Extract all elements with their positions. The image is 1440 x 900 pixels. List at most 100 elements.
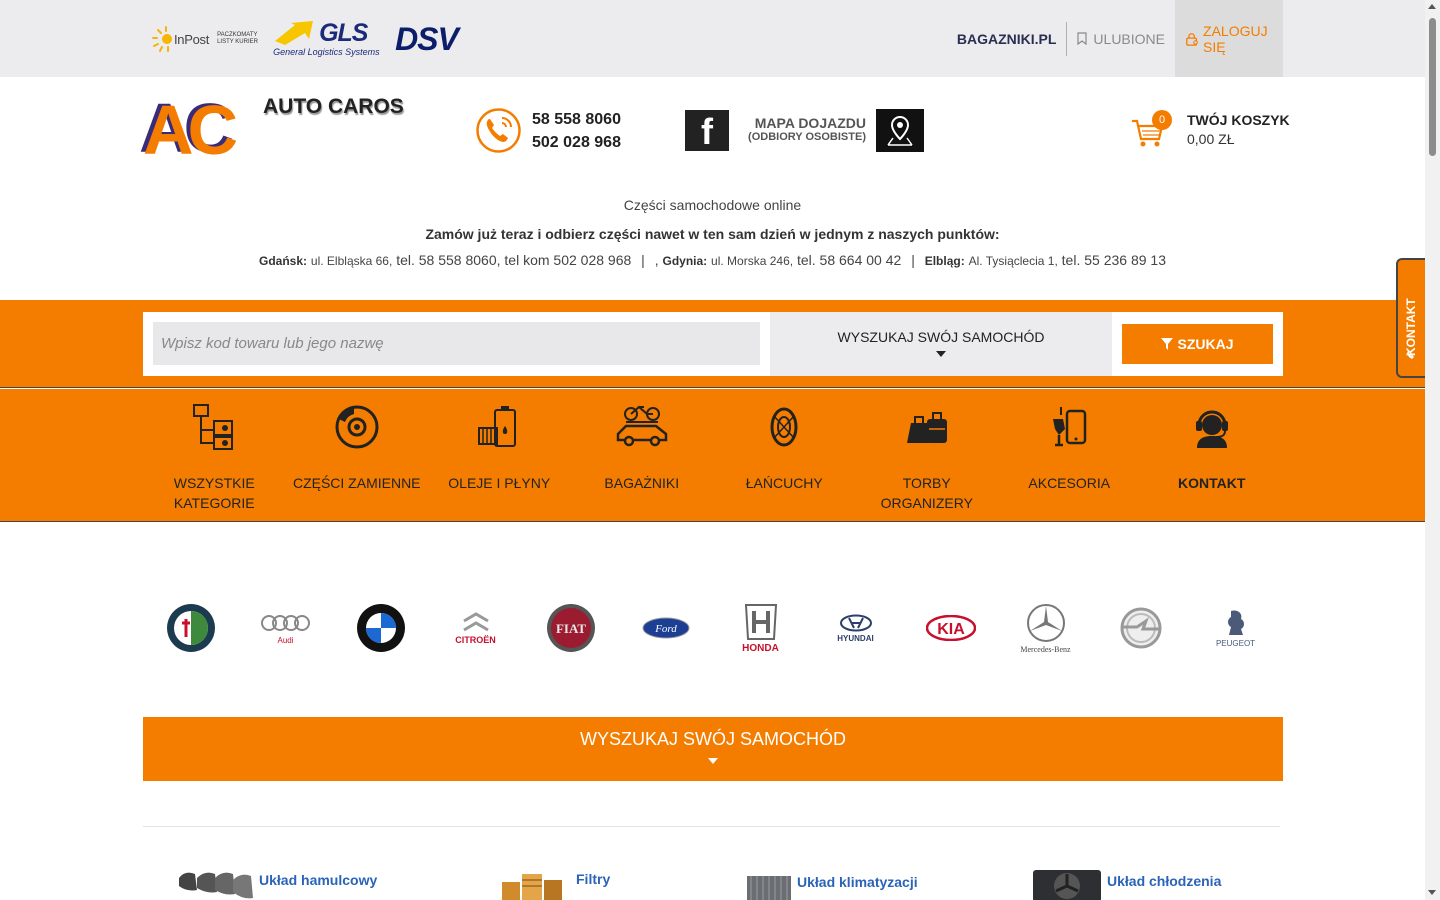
phone-icon (1407, 351, 1414, 359)
brand-label: KIA (937, 621, 965, 638)
map-subtitle: (ODBIORY OSOBISTE) (748, 131, 866, 143)
gdynia-prefix: , (654, 252, 659, 268)
cart[interactable]: 0 TWÓJ KOSZYK 0,00 ZŁ (1130, 109, 1290, 149)
map-title: MAPA DOJAZDU (754, 115, 866, 131)
car-select-dropdown[interactable]: WYSZUKAJ SWÓJ SAMOCHÓD (770, 312, 1112, 376)
kia-logo[interactable]: KIA (903, 602, 998, 654)
category-band: WSZYSTKIE KATEGORIE CZĘŚCI ZAMIENNE OLEJ… (0, 389, 1425, 522)
subcategory-ac[interactable]: Układ klimatyzacji (745, 872, 918, 900)
subcategory-label: Układ klimatyzacji (797, 874, 918, 890)
phone-block: 58 558 8060 502 028 968 (475, 107, 621, 154)
brake-pads-icon (179, 872, 253, 899)
filters-icon (502, 874, 562, 900)
audi-logo[interactable]: Audi (238, 602, 333, 654)
vertical-scrollbar[interactable] (1425, 0, 1440, 900)
category-label: KONTAKT (1178, 475, 1246, 491)
gls-subtitle: General Logistics Systems (273, 47, 380, 57)
top-bar: InPost PACZKOMATY LISTY KURIER GLS Gener… (0, 0, 1425, 77)
scroll-thumb[interactable] (1429, 18, 1436, 156)
login-link[interactable]: ZALOGUJ SIĘ (1175, 0, 1283, 77)
lock-user-icon (1186, 32, 1198, 46)
side-contact-tab[interactable]: KONTAKT (1396, 258, 1425, 378)
subcategory-cooling[interactable]: Układ chłodzenia (1031, 866, 1221, 900)
ford-logo[interactable]: Ford (618, 602, 713, 654)
map-pin-icon[interactable] (876, 109, 924, 152)
filter-icon (1161, 338, 1174, 350)
logo-name: AUTO CAROS (263, 95, 404, 118)
car-select-label: WYSZUKAJ SWÓJ SAMOCHÓD (837, 329, 1045, 345)
category-label: CZĘŚCI ZAMIENNE (292, 475, 421, 491)
phone-number-1[interactable]: 58 558 8060 (532, 108, 621, 131)
cart-title: TWÓJ KOSZYK (1187, 111, 1290, 128)
order-info: Zamów już teraz i odbierz części nawet w… (425, 226, 1000, 242)
phone-number-2[interactable]: 502 028 968 (532, 131, 621, 154)
category-contact[interactable]: KONTAKT (1141, 389, 1284, 513)
category-spare-parts[interactable]: CZĘŚCI ZAMIENNE (286, 389, 429, 513)
fiat-badge: FIAT (546, 604, 595, 652)
fiat-logo[interactable]: FIAT (523, 602, 618, 654)
audi-rings (260, 614, 310, 631)
gls-swoosh-icon (275, 21, 314, 45)
hyundai-logo[interactable]: HYUNDAI (808, 602, 903, 654)
radiator-fan-icon (1033, 870, 1101, 900)
alfa-romeo-emblem (166, 604, 215, 652)
inpost-logo: InPost PACZKOMATY LISTY KURIER (150, 25, 259, 53)
bagazniki-link[interactable]: BAGAZNIKI.PL (957, 21, 1068, 56)
gdansk-street: ul. Elbląska 66, (310, 254, 393, 268)
gdansk-city: Gdańsk: (259, 254, 308, 268)
alfa-romeo-logo[interactable] (143, 602, 238, 654)
gls-logo: GLS General Logistics Systems (273, 19, 380, 59)
brand-label: Ford (654, 623, 677, 635)
section-divider (143, 826, 1280, 827)
category-label: AKCESORIA (1028, 475, 1111, 491)
search-input[interactable] (153, 322, 760, 365)
phone-icon (476, 108, 521, 153)
search-button[interactable]: SZUKAJ (1122, 324, 1273, 364)
subcategory-label: Układ chłodzenia (1107, 873, 1222, 889)
category-all[interactable]: WSZYSTKIE KATEGORIE (143, 389, 286, 513)
category-label: TORBY ORGANIZERY (880, 475, 973, 511)
opel-logo[interactable] (1093, 602, 1188, 654)
gdynia-phone: tel. 58 664 00 42 (796, 252, 902, 268)
gdynia-street: ul. Morska 246, (711, 254, 794, 268)
site-logo[interactable]: AC AUTO CAROS (143, 95, 413, 165)
ford-oval: Ford (642, 617, 689, 639)
category-accessories[interactable]: AKCESORIA (998, 389, 1141, 513)
subcategory-brakes[interactable]: Układ hamulcowy (175, 868, 377, 900)
inpost-subtitle: PACZKOMATY LISTY KURIER (217, 32, 258, 45)
tagline: Części samochodowe online (623, 197, 802, 213)
gdansk-phone: tel. 58 558 8060, tel kom 502 028 968 (396, 252, 632, 268)
scroll-up-icon[interactable] (1428, 4, 1436, 9)
search-button-label: SZUKAJ (1177, 336, 1234, 352)
brand-label: Mercedes-Benz (1020, 644, 1071, 654)
peugeot-logo[interactable]: PEUGEOT (1188, 602, 1283, 654)
scroll-down-icon[interactable] (1428, 890, 1436, 895)
facebook-icon[interactable]: f (685, 110, 729, 151)
address-separator: | (911, 252, 915, 268)
brand-label: Audi (277, 635, 294, 645)
map-link-text[interactable]: MAPA DOJAZDU (ODBIORY OSOBISTE) (748, 115, 866, 143)
bags-icon (906, 412, 947, 443)
category-bags[interactable]: TORBY ORGANIZERY (856, 389, 999, 513)
mercedes-star (1026, 603, 1065, 642)
honda-logo[interactable]: HONDA (713, 602, 808, 654)
login-label: ZALOGUJ SIĘ (1203, 22, 1268, 55)
category-oils[interactable]: OLEJE I PŁYNY (428, 389, 571, 513)
kia-oval: KIA (925, 615, 976, 641)
brand-label: CITROËN (455, 635, 496, 645)
bmw-logo[interactable] (333, 602, 428, 654)
subcategory-filters[interactable]: Filtry (500, 870, 610, 900)
honda-h (744, 603, 777, 640)
brand-label: HONDA (742, 642, 779, 654)
search-box: WYSZUKAJ SWÓJ SAMOCHÓD SZUKAJ (143, 312, 1283, 376)
oil-can-icon (478, 406, 517, 447)
top-links: BAGAZNIKI.PL ULUBIONE ZALOGUJ SIĘ (957, 0, 1283, 77)
search-car-banner[interactable]: WYSZUKAJ SWÓJ SAMOCHÓD (143, 717, 1283, 781)
mercedes-logo[interactable]: Mercedes-Benz (998, 602, 1093, 654)
hyundai-emblem (839, 614, 872, 631)
favorites-link[interactable]: ULUBIONE (1067, 31, 1175, 47)
category-label: OLEJE I PŁYNY (448, 475, 551, 491)
citroen-logo[interactable]: CITROËN (428, 602, 523, 654)
category-chains[interactable]: ŁAŃCUCHY (713, 389, 856, 513)
category-roof-racks[interactable]: BAGAŻNIKI (571, 389, 714, 513)
